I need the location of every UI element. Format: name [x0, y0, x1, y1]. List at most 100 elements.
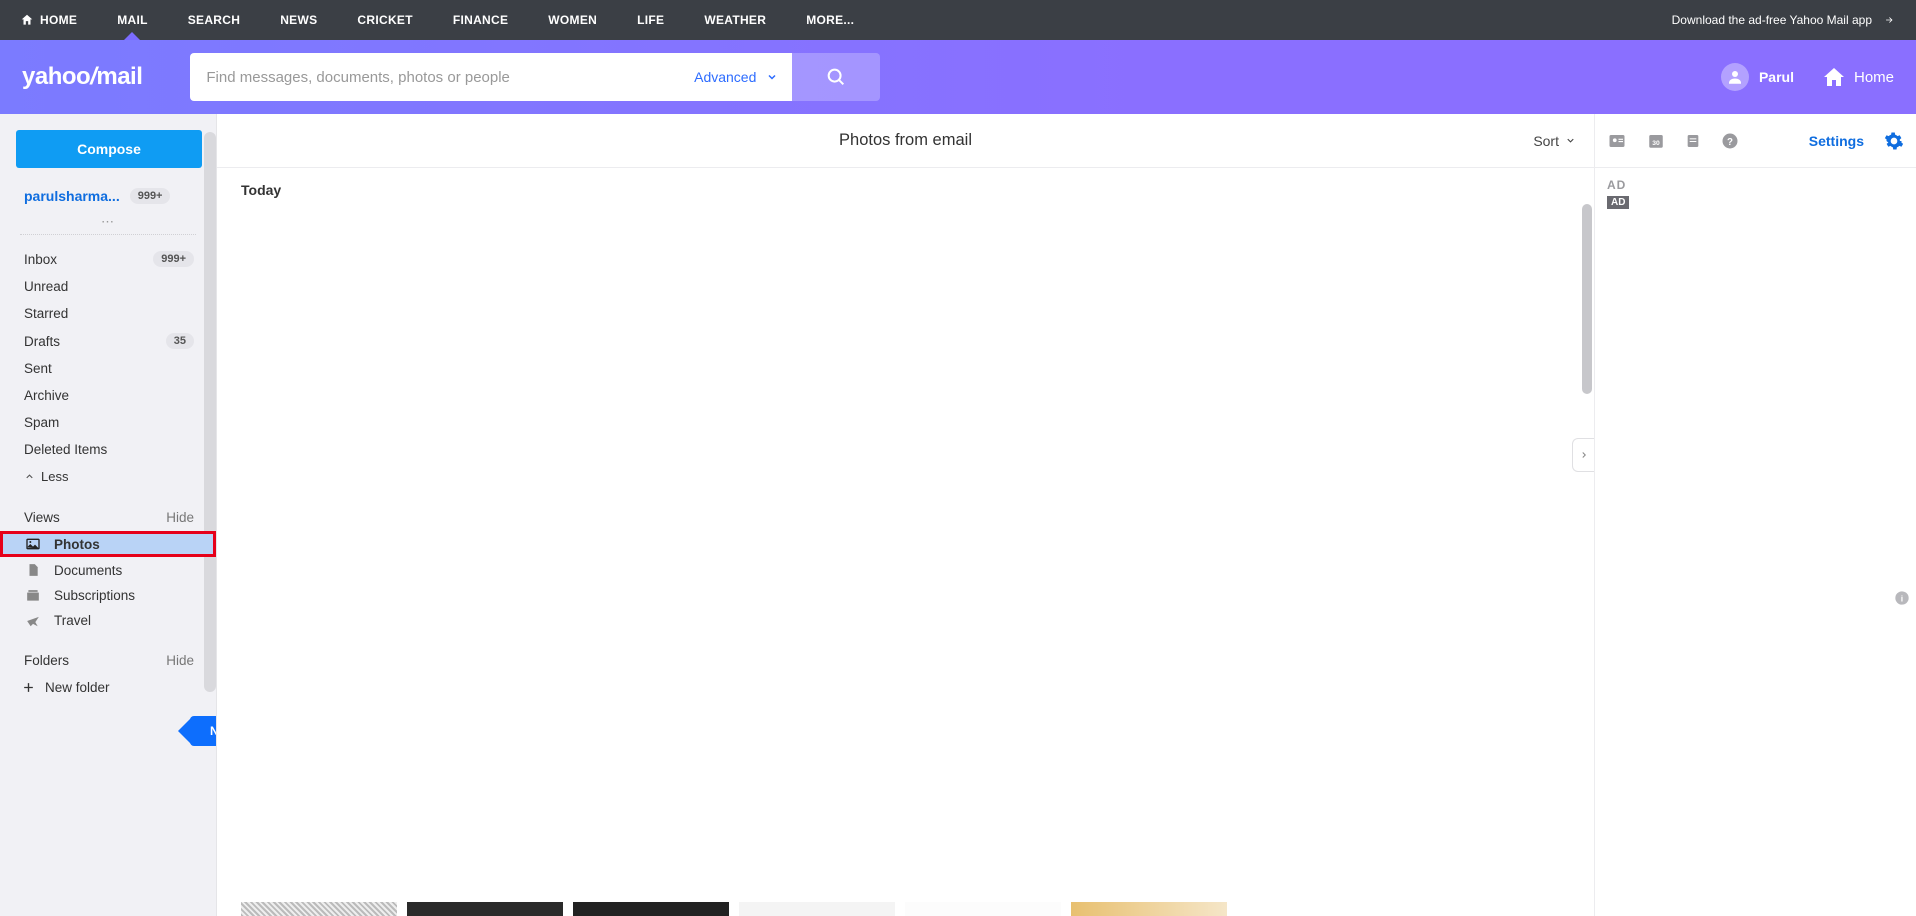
folders-header: Folders Hide: [0, 633, 216, 674]
travel-icon: [24, 614, 42, 628]
view-label: Travel: [54, 613, 91, 628]
folders-hide[interactable]: Hide: [166, 653, 194, 668]
folder-starred[interactable]: Starred: [0, 300, 216, 327]
mail-header: yahoo/mail Advanced Parul Home: [0, 40, 1916, 114]
user-account[interactable]: Parul: [1721, 63, 1794, 91]
search-bar: Advanced: [190, 53, 880, 101]
help-icon[interactable]: ?: [1721, 132, 1739, 150]
photo-icon: [24, 536, 42, 552]
advanced-search-toggle[interactable]: Advanced: [680, 53, 792, 101]
compose-button[interactable]: Compose: [16, 130, 202, 168]
nav-home[interactable]: HOME: [20, 13, 77, 27]
nav-label: SEARCH: [188, 13, 240, 27]
nav-cricket[interactable]: CRICKET: [357, 13, 412, 27]
folder-spam[interactable]: Spam: [0, 409, 216, 436]
calendar-icon[interactable]: 30: [1647, 132, 1665, 150]
ad-label: AD: [1607, 178, 1904, 192]
right-column: 30 ? Settings AD AD i: [1594, 114, 1916, 916]
photo-thumbnail[interactable]: [407, 902, 563, 916]
plus-icon: [22, 681, 35, 694]
home-icon: [20, 13, 34, 27]
search-input[interactable]: [190, 53, 680, 101]
sort-button[interactable]: Sort: [1533, 133, 1576, 149]
avatar: [1721, 63, 1749, 91]
thumbnail-row: [241, 902, 1570, 916]
account-row[interactable]: parulsharma... 999+: [0, 184, 216, 214]
arrow-right-icon: [1882, 15, 1896, 25]
chevron-down-icon: [1565, 135, 1576, 146]
nav-finance[interactable]: FINANCE: [453, 13, 508, 27]
folder-sent[interactable]: Sent: [0, 355, 216, 382]
views-label: Views: [24, 510, 60, 525]
nav-mail[interactable]: MAIL: [117, 13, 148, 27]
info-icon[interactable]: i: [1894, 590, 1910, 606]
search-icon: [825, 66, 847, 88]
folder-label: Deleted Items: [24, 442, 107, 457]
svg-text:i: i: [1901, 593, 1903, 603]
content-scrollbar[interactable]: [1582, 204, 1592, 394]
nav-label: WOMEN: [548, 13, 597, 27]
account-more[interactable]: ⋯: [0, 214, 216, 230]
view-travel[interactable]: Travel: [0, 608, 216, 633]
view-label: Documents: [54, 563, 122, 578]
photo-thumbnail[interactable]: [1071, 902, 1227, 916]
nav-label: LIFE: [637, 13, 664, 27]
nav-search[interactable]: SEARCH: [188, 13, 240, 27]
notepad-icon[interactable]: [1685, 132, 1701, 150]
nav-weather[interactable]: WEATHER: [704, 13, 766, 27]
folder-label: Drafts: [24, 334, 60, 349]
download-app-link[interactable]: Download the ad-free Yahoo Mail app: [1672, 13, 1896, 27]
folder-archive[interactable]: Archive: [0, 382, 216, 409]
username-label: Parul: [1759, 69, 1794, 85]
home-label: Home: [1854, 69, 1894, 86]
view-photos[interactable]: Photos: [0, 531, 216, 557]
nav-more[interactable]: MORE...: [806, 13, 854, 27]
photo-thumbnail[interactable]: [241, 902, 397, 916]
ad-badge: AD: [1607, 196, 1629, 209]
folder-badge: 35: [166, 333, 194, 349]
right-header: 30 ? Settings: [1595, 114, 1916, 168]
advanced-label: Advanced: [694, 69, 756, 85]
logo-yahoo: yahoo: [22, 63, 90, 90]
expand-panel-button[interactable]: [1572, 438, 1594, 472]
photo-thumbnail[interactable]: [739, 902, 895, 916]
nav-news[interactable]: NEWS: [280, 13, 317, 27]
divider: [20, 234, 196, 235]
nav-life[interactable]: LIFE: [637, 13, 664, 27]
download-app-label: Download the ad-free Yahoo Mail app: [1672, 13, 1872, 27]
top-nav: HOME MAIL SEARCH NEWS CRICKET FINANCE WO…: [0, 0, 1916, 40]
home-icon: [1822, 65, 1846, 89]
yahoo-mail-logo[interactable]: yahoo/mail: [22, 63, 142, 91]
view-documents[interactable]: Documents: [0, 557, 216, 583]
settings-link[interactable]: Settings: [1809, 133, 1864, 149]
folders-label: Folders: [24, 653, 69, 668]
home-link[interactable]: Home: [1822, 65, 1894, 89]
new-folder-button[interactable]: New folder: [0, 674, 216, 701]
nav-women[interactable]: WOMEN: [548, 13, 597, 27]
search-button[interactable]: [792, 53, 880, 101]
views-header: Views Hide: [0, 490, 216, 531]
main-header: Photos from email Sort: [217, 114, 1594, 168]
photo-thumbnail[interactable]: [573, 902, 729, 916]
today-label: Today: [241, 182, 281, 198]
folder-label: Archive: [24, 388, 69, 403]
less-toggle[interactable]: Less: [0, 463, 216, 490]
folder-label: Spam: [24, 415, 59, 430]
ad-area: AD AD i: [1595, 168, 1916, 916]
sidebar: Compose parulsharma... 999+ ⋯ Inbox999+ …: [0, 114, 216, 916]
folder-deleted[interactable]: Deleted Items: [0, 436, 216, 463]
gear-icon[interactable]: [1884, 131, 1904, 151]
view-subscriptions[interactable]: Subscriptions: [0, 583, 216, 608]
contacts-icon[interactable]: [1607, 132, 1627, 150]
folder-drafts[interactable]: Drafts 35: [0, 327, 216, 355]
views-hide[interactable]: Hide: [166, 510, 194, 525]
content-area: Today: [217, 168, 1594, 916]
view-label: Subscriptions: [54, 588, 135, 603]
folder-unread[interactable]: Unread: [0, 273, 216, 300]
folder-inbox[interactable]: Inbox999+: [0, 245, 216, 273]
photo-thumbnail[interactable]: [905, 902, 1061, 916]
svg-text:?: ?: [1727, 136, 1733, 147]
chevron-up-icon: [24, 471, 35, 482]
header-right: Parul Home: [1721, 63, 1894, 91]
account-name: parulsharma...: [24, 188, 120, 204]
